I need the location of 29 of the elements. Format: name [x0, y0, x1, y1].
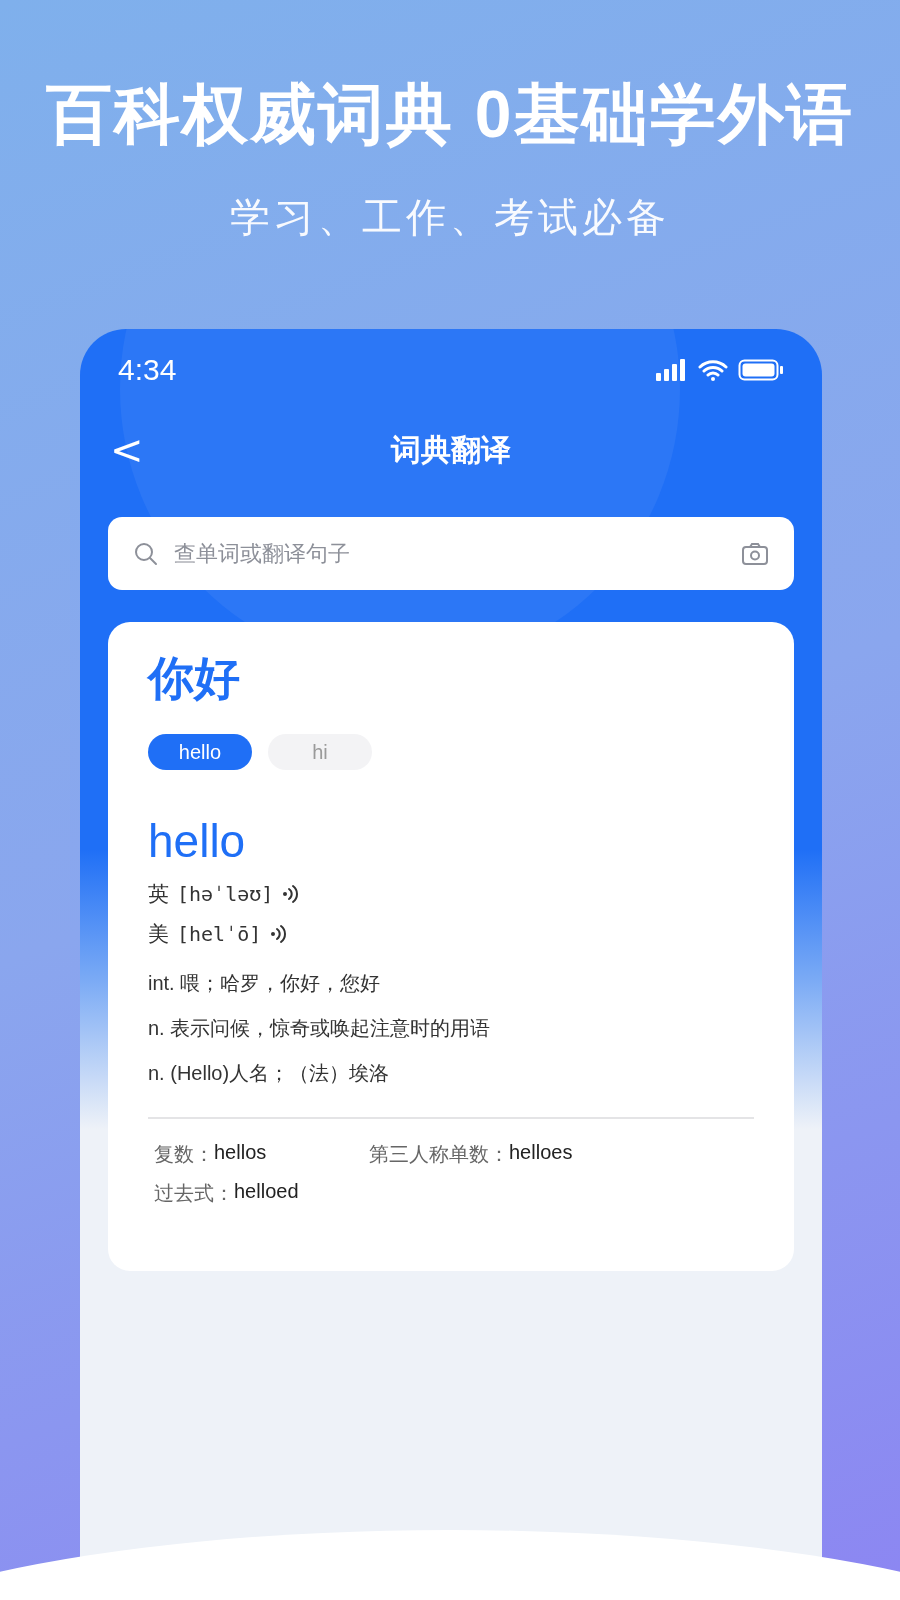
- form-label: 第三人称单数：: [369, 1142, 509, 1167]
- definition-text: n. 表示问候，惊奇或唤起注意时的用语: [148, 1016, 492, 1041]
- form-value: helloes: [509, 1141, 573, 1165]
- search-icon: [134, 541, 158, 566]
- camera-icon[interactable]: [742, 541, 768, 566]
- form-label: 复数：: [154, 1142, 214, 1167]
- form-label: 过去式：: [154, 1181, 234, 1206]
- phonetic-text: [həˈləʊ]: [177, 882, 274, 906]
- form-value: helloed: [234, 1180, 299, 1204]
- wifi-icon: [698, 359, 728, 381]
- subtitle: 学习、工作、考试必备: [230, 194, 670, 241]
- headword: hello: [148, 814, 247, 868]
- translation-tag[interactable]: hello: [148, 734, 252, 770]
- form-value: hellos: [214, 1141, 267, 1165]
- definition-text: int. 喂；哈罗，你好，您好: [148, 971, 382, 996]
- search-field[interactable]: 查单词或翻译句子: [172, 539, 728, 568]
- page-title: 词典翻译: [391, 431, 511, 468]
- accent-label: 英: [148, 881, 169, 907]
- query-text: 你好: [148, 651, 241, 706]
- signal-icon: [656, 359, 688, 381]
- search-bar[interactable]: 查单词或翻译句子: [108, 517, 794, 590]
- battery-icon: [738, 359, 784, 381]
- accent-label: 美: [148, 921, 169, 947]
- translation-tag[interactable]: hi: [268, 734, 372, 770]
- phonetic-text: [helˈō]: [177, 922, 262, 946]
- definition-text: n. (Hello)人名；（法）埃洛: [148, 1061, 391, 1086]
- back-button[interactable]: <: [102, 427, 152, 473]
- status-time: 4:34: [118, 353, 177, 387]
- headline: 百科权威词典 0基础学外语: [46, 76, 854, 153]
